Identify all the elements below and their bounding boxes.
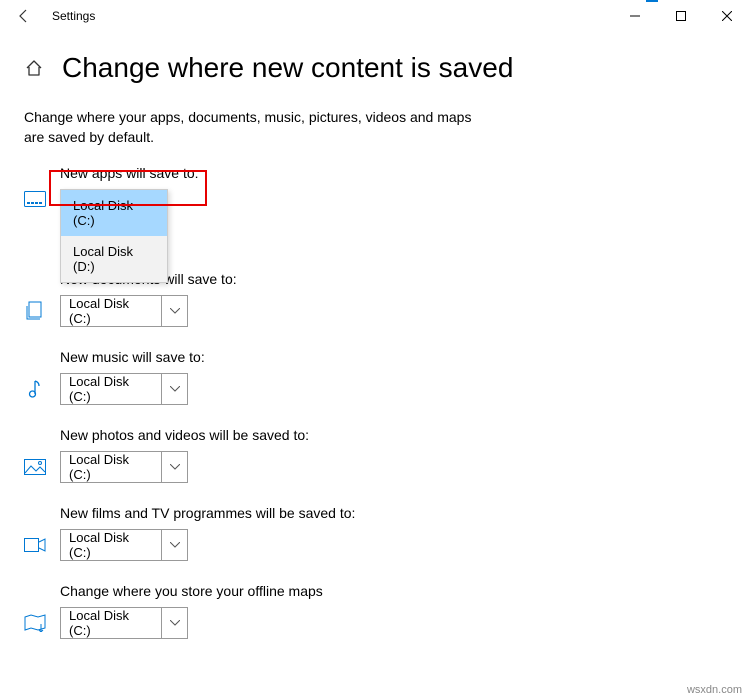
- maps-section: Change where you store your offline maps…: [24, 583, 726, 639]
- window-title: Settings: [52, 9, 95, 23]
- page-title: Change where new content is saved: [62, 52, 513, 84]
- close-button[interactable]: [704, 0, 750, 32]
- active-tab-accent: [646, 0, 658, 2]
- photos-label: New photos and videos will be saved to:: [60, 427, 726, 443]
- documents-select[interactable]: Local Disk (C:): [60, 295, 188, 327]
- films-label: New films and TV programmes will be save…: [60, 505, 726, 521]
- music-value: Local Disk (C:): [61, 374, 161, 404]
- chevron-down-icon: [161, 296, 187, 326]
- maps-label: Change where you store your offline maps: [60, 583, 726, 599]
- films-value: Local Disk (C:): [61, 530, 161, 560]
- home-icon[interactable]: [24, 58, 44, 78]
- maps-value: Local Disk (C:): [61, 608, 161, 638]
- maximize-button[interactable]: [658, 0, 704, 32]
- photos-section: New photos and videos will be saved to: …: [24, 427, 726, 483]
- title-bar: Settings: [0, 0, 750, 32]
- back-button[interactable]: [8, 0, 40, 32]
- documents-value: Local Disk (C:): [61, 296, 161, 326]
- chevron-down-icon: [161, 608, 187, 638]
- music-section: New music will save to: Local Disk (C:): [24, 349, 726, 405]
- films-select[interactable]: Local Disk (C:): [60, 529, 188, 561]
- chevron-down-icon: [161, 530, 187, 560]
- photos-icon: [24, 456, 46, 478]
- apps-label: New apps will save to:: [60, 165, 726, 181]
- films-section: New films and TV programmes will be save…: [24, 505, 726, 561]
- maps-select[interactable]: Local Disk (C:): [60, 607, 188, 639]
- dropdown-option-d[interactable]: Local Disk (D:): [61, 236, 167, 282]
- chevron-down-icon: [161, 452, 187, 482]
- watermark: wsxdn.com: [687, 684, 742, 696]
- music-label: New music will save to:: [60, 349, 726, 365]
- photos-value: Local Disk (C:): [61, 452, 161, 482]
- music-select[interactable]: Local Disk (C:): [60, 373, 188, 405]
- page-intro: Change where your apps, documents, music…: [0, 108, 500, 147]
- films-icon: [24, 534, 46, 556]
- apps-section: New apps will save to: Local Disk (C:) L…: [24, 165, 726, 211]
- photos-select[interactable]: Local Disk (C:): [60, 451, 188, 483]
- apps-icon: [24, 189, 46, 211]
- page-header: Change where new content is saved: [0, 32, 750, 108]
- chevron-down-icon: [161, 374, 187, 404]
- apps-dropdown-list: Local Disk (C:) Local Disk (D:): [60, 189, 168, 283]
- music-icon: [24, 378, 46, 400]
- maps-icon: [24, 612, 46, 634]
- minimize-button[interactable]: [612, 0, 658, 32]
- dropdown-option-c[interactable]: Local Disk (C:): [61, 190, 167, 236]
- documents-icon: [24, 300, 46, 322]
